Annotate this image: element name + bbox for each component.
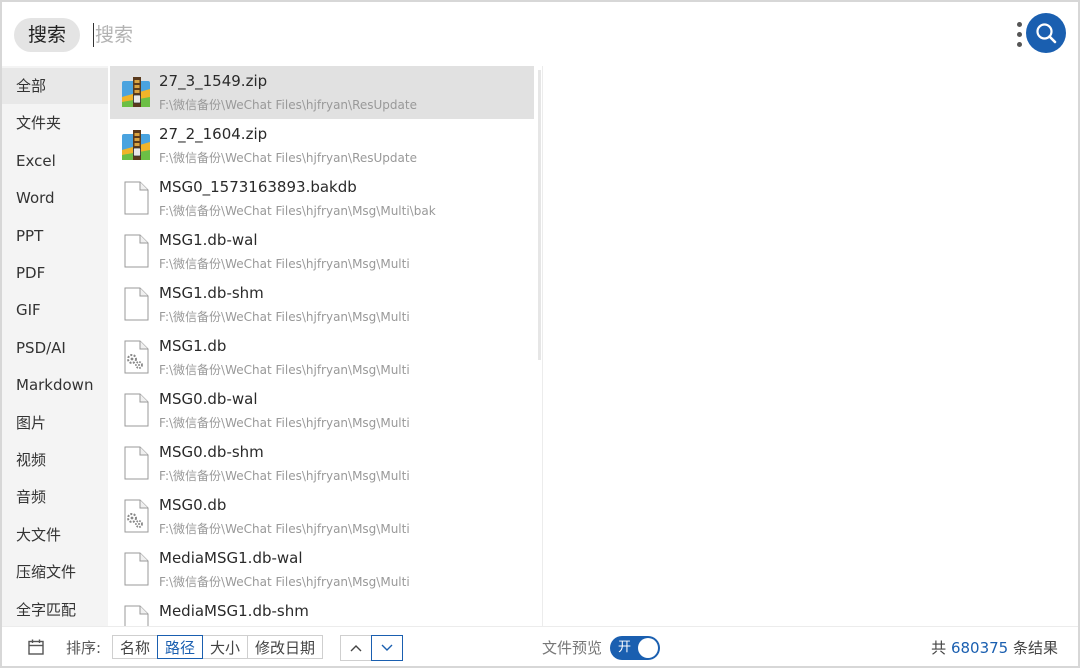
category-sidebar: 全部 文件夹 Excel Word PPT PDF GIF PSD/AI Markdown 图片视… bbox=[2, 66, 108, 626]
sort-label: 排序: bbox=[66, 639, 102, 657]
sidebar-item[interactable]: PPT bbox=[2, 218, 108, 254]
sort-options: 名称 路径 大小 修改日期 bbox=[112, 635, 324, 661]
blank-file-icon bbox=[120, 287, 152, 321]
preview-divider bbox=[542, 66, 543, 626]
blank-file-icon bbox=[120, 234, 152, 268]
file-path: F:\微信备份\WeChat Files\hjfryan\Msg\Multi bbox=[159, 416, 410, 430]
app-window: 搜索 全部文件夹ExcelWordPPTPDFGIFPSD/AIMarkdown… bbox=[0, 0, 1080, 668]
file-row[interactable]: MSG1.db-shm F:\微信备份\WeChat Files\hjfryan\… bbox=[110, 278, 534, 331]
toggle-on-label: 开 bbox=[618, 640, 632, 655]
sidebar-item[interactable]: PDF bbox=[2, 255, 108, 291]
sort-descending-button[interactable] bbox=[371, 635, 403, 661]
blank-file-icon bbox=[120, 605, 152, 626]
sidebar-item[interactable]: GIF bbox=[2, 292, 108, 328]
chevron-down-icon bbox=[381, 644, 393, 651]
sort-direction bbox=[340, 635, 403, 661]
search-button[interactable] bbox=[1026, 13, 1066, 53]
sidebar-item[interactable]: 压缩文件 bbox=[2, 554, 108, 590]
result-count-number: 680375 bbox=[950, 639, 1009, 657]
text-caret bbox=[93, 23, 94, 47]
file-row[interactable]: 27_2_1604.zip F:\微信备份\WeChat Files\hjfrya… bbox=[110, 119, 534, 172]
zip-archive-icon bbox=[120, 75, 152, 109]
calendar-icon[interactable] bbox=[27, 638, 45, 656]
file-name: MSG0_1573163893.bakdb bbox=[159, 178, 357, 196]
sidebar-item[interactable]: Excel bbox=[2, 143, 108, 179]
sidebar-item[interactable]: 大文件 bbox=[2, 517, 108, 553]
file-path: F:\微信备份\WeChat Files\hjfryan\ResUpdate bbox=[159, 98, 417, 112]
file-name: MediaMSG1.db-wal bbox=[159, 549, 303, 567]
blank-file-icon bbox=[120, 552, 152, 586]
sidebar-item[interactable]: 音频 bbox=[2, 479, 108, 515]
file-row[interactable]: MSG1.db F:\微信备份\WeChat Files\hjfryan\Msg\… bbox=[110, 331, 534, 384]
file-preview-label: 文件预览 bbox=[542, 639, 603, 657]
sidebar-item[interactable]: 文件夹 bbox=[2, 105, 108, 141]
sidebar-item[interactable]: 图片 bbox=[2, 405, 108, 441]
file-path: F:\微信备份\WeChat Files\hjfryan\Msg\Multi bbox=[159, 469, 410, 483]
sort-by-size-button[interactable]: 大小 bbox=[202, 635, 249, 659]
search-scope-button[interactable]: 搜索 bbox=[14, 18, 80, 52]
file-row[interactable]: MSG0.db-shm F:\微信备份\WeChat Files\hjfryan\… bbox=[110, 437, 534, 490]
chevron-up-icon bbox=[350, 645, 362, 652]
file-name: 27_3_1549.zip bbox=[159, 72, 268, 90]
system-file-icon bbox=[120, 499, 152, 533]
blank-file-icon bbox=[120, 446, 152, 480]
file-path: F:\微信备份\WeChat Files\hjfryan\Msg\Multi bbox=[159, 575, 410, 589]
more-vertical-icon[interactable] bbox=[1012, 20, 1026, 50]
sort-ascending-button[interactable] bbox=[340, 635, 372, 661]
file-path: F:\微信备份\WeChat Files\hjfryan\Msg\Multi\b… bbox=[159, 204, 436, 218]
file-name: MSG0.db bbox=[159, 496, 227, 514]
sidebar-item[interactable]: Word bbox=[2, 180, 108, 216]
sort-by-path-button[interactable]: 路径 bbox=[157, 635, 204, 659]
file-name: MSG0.db-wal bbox=[159, 390, 258, 408]
toggle-knob bbox=[638, 638, 658, 658]
sidebar-item[interactable]: 全部 bbox=[2, 68, 108, 104]
search-bar: 搜索 bbox=[2, 2, 1078, 66]
file-preview-toggle[interactable]: 开 bbox=[610, 636, 660, 660]
file-path: F:\微信备份\WeChat Files\hjfryan\Msg\Multi bbox=[159, 363, 410, 377]
result-suffix: 条结果 bbox=[1012, 639, 1058, 657]
list-scrollbar[interactable] bbox=[538, 70, 541, 360]
file-row[interactable]: MediaMSG1.db-wal F:\微信备份\WeChat Files\hjf… bbox=[110, 543, 534, 596]
file-name: MSG1.db-shm bbox=[159, 284, 264, 302]
file-name: MSG1.db-wal bbox=[159, 231, 258, 249]
blank-file-icon bbox=[120, 393, 152, 427]
file-name: MSG1.db bbox=[159, 337, 227, 355]
file-row[interactable]: MediaMSG1.db-shmF:\微信备份\WeChat Files\hjf… bbox=[110, 596, 534, 626]
file-name: MSG0.db-shm bbox=[159, 443, 264, 461]
file-name: MediaMSG1.db-shm bbox=[159, 602, 309, 620]
sort-by-date-button[interactable]: 修改日期 bbox=[247, 635, 324, 659]
file-path: F:\微信备份\WeChat Files\hjfryan\Msg\Multi bbox=[159, 257, 410, 271]
file-row[interactable]: MSG0.db F:\微信备份\WeChat Files\hjfryan\Msg\… bbox=[110, 490, 534, 543]
status-footer: 排序: 名称 路径 大小 修改日期 文件预览 开 共 680375 条结果 bbox=[2, 626, 1078, 666]
file-row[interactable]: MSG1.db-wal F:\微信备份\WeChat Files\hjfryan\… bbox=[110, 225, 534, 278]
sidebar-item[interactable]: PSD/AI bbox=[2, 330, 108, 366]
search-icon bbox=[1036, 23, 1057, 44]
file-path: F:\微信备份\WeChat Files\hjfryan\Msg\Multi bbox=[159, 522, 410, 536]
file-result-list: 27_3_1549.zip F:\微信备份\WeChat Files\hjfrya… bbox=[110, 66, 534, 626]
zip-archive-icon bbox=[120, 128, 152, 162]
file-path: F:\微信备份\WeChat Files\hjfryan\ResUpdate bbox=[159, 151, 417, 165]
result-prefix: 共 bbox=[931, 639, 947, 657]
blank-file-icon bbox=[120, 181, 152, 215]
sidebar-item[interactable]: Markdown bbox=[2, 367, 108, 403]
system-file-icon bbox=[120, 340, 152, 374]
sidebar-item[interactable]: 视频 bbox=[2, 442, 108, 478]
file-row[interactable]: MSG0_1573163893.bakdb F:\微信备份\WeChat File… bbox=[110, 172, 534, 225]
file-path: F:\微信备份\WeChat Files\hjfryan\Msg\Multi bbox=[159, 310, 410, 324]
file-row[interactable]: 27_3_1549.zip F:\微信备份\WeChat Files\hjfrya… bbox=[110, 66, 534, 119]
result-count: 共 680375 条结果 bbox=[931, 637, 1058, 658]
file-row[interactable]: MSG0.db-wal F:\微信备份\WeChat Files\hjfryan\… bbox=[110, 384, 534, 437]
search-input[interactable] bbox=[95, 18, 975, 52]
file-name: 27_2_1604.zip bbox=[159, 125, 268, 143]
sidebar-item[interactable]: 全字匹配 bbox=[2, 592, 108, 628]
sort-by-name-button[interactable]: 名称 bbox=[112, 635, 159, 659]
